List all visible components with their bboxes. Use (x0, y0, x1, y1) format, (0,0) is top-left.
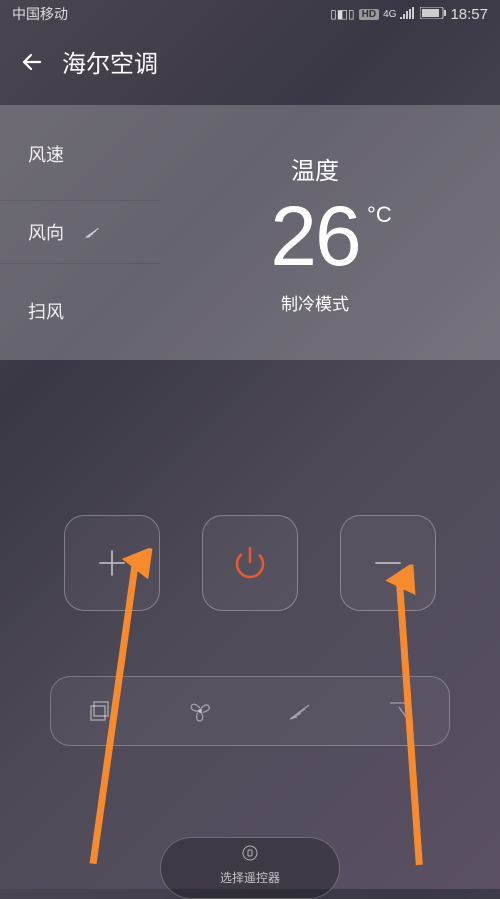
sweep-label: 扫风 (28, 298, 64, 324)
temp-label: 温度 (291, 151, 339, 186)
status-bar: 中国移动 ▯◧▯ HD 4G 18:57 (0, 0, 500, 28)
remote-selector-label: 选择遥控器 (220, 869, 280, 886)
plus-icon (94, 545, 130, 581)
network-gen: 4G (383, 9, 396, 20)
hd-badge: HD (359, 9, 379, 20)
swing-icon (287, 700, 313, 722)
wind-speed-item[interactable]: 风速 (0, 123, 160, 185)
mode-button-4[interactable] (350, 697, 450, 725)
settings-column: 风速 风向 扫风 (0, 105, 160, 360)
window-icon (88, 698, 114, 724)
temp-down-button[interactable] (340, 515, 436, 611)
battery-icon (420, 7, 446, 22)
main-controls (0, 515, 500, 611)
direction-icon (387, 699, 411, 723)
wind-direction-label: 风向 (28, 219, 64, 245)
remote-selector-button[interactable]: 选择遥控器 (160, 837, 340, 899)
wind-speed-label: 风速 (28, 141, 64, 167)
nav-bar: 海尔空调 (0, 28, 500, 95)
power-button[interactable] (202, 515, 298, 611)
status-icons: ▯◧▯ HD 4G 18:57 (330, 6, 488, 23)
display-panel: 风速 风向 扫风 温度 26 °C 制冷模式 (0, 105, 500, 360)
mode-button-1[interactable] (51, 697, 151, 725)
minus-icon (370, 545, 406, 581)
carrier-label: 中国移动 (12, 4, 68, 24)
remote-icon (241, 844, 259, 867)
wind-direction-item[interactable]: 风向 (0, 200, 160, 264)
temp-value: 26 °C (270, 194, 359, 278)
mode-button-3[interactable] (250, 697, 350, 725)
wind-direction-icon (84, 224, 102, 240)
mode-controls (50, 676, 450, 746)
vibrate-icon: ▯◧▯ (330, 7, 355, 21)
back-button[interactable] (20, 50, 44, 74)
mode-label: 制冷模式 (281, 290, 349, 315)
sweep-item[interactable]: 扫风 (0, 280, 160, 342)
temp-up-button[interactable] (64, 515, 160, 611)
page-title: 海尔空调 (62, 44, 158, 79)
power-icon (231, 544, 269, 582)
temp-unit: °C (367, 204, 392, 226)
signal-icon (400, 7, 416, 22)
clock: 18:57 (450, 6, 488, 23)
temperature-display: 温度 26 °C 制冷模式 (160, 105, 500, 360)
mode-button-2[interactable] (151, 697, 251, 725)
fan-icon (186, 697, 214, 725)
